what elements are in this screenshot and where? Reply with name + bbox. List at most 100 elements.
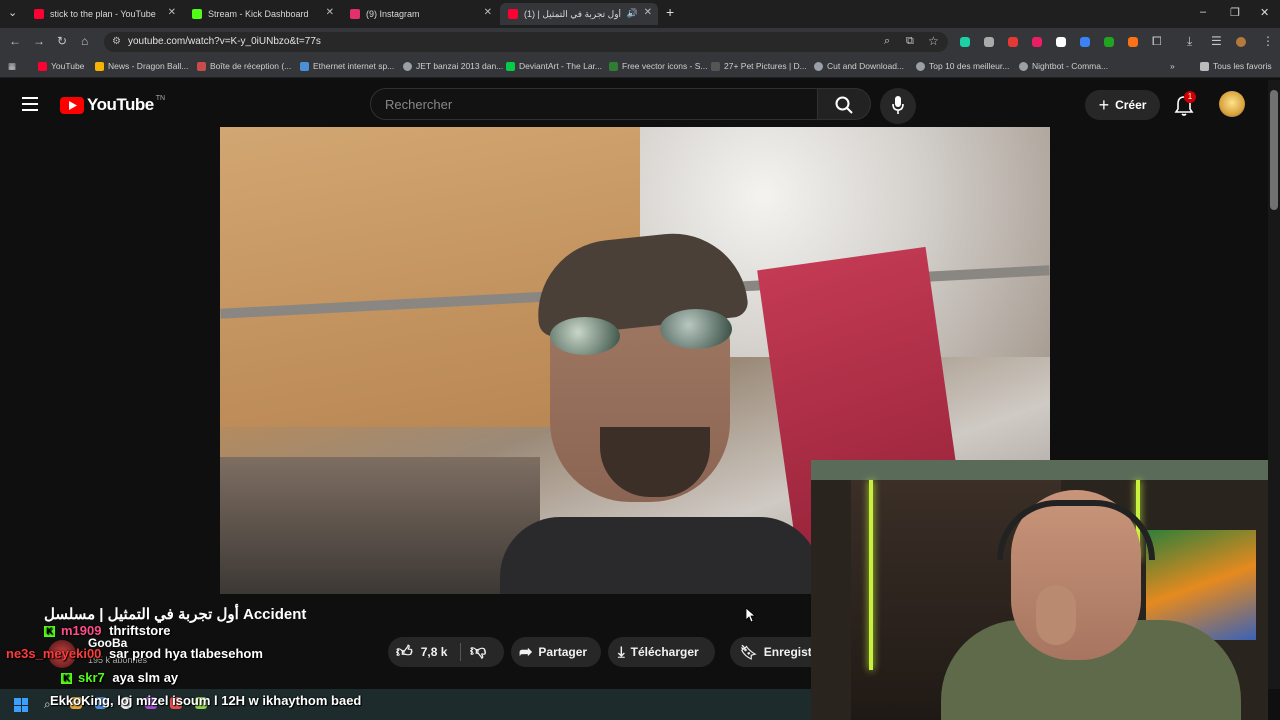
site-info-icon[interactable]: ⚙ [112, 36, 121, 47]
bookmark-label: JET banzai 2013 dan... [416, 61, 504, 71]
voice-search-button[interactable] [880, 88, 916, 124]
minimize-button[interactable]: – [1200, 6, 1206, 18]
video-title: أول تجربة في التمثيل | مسلسل Accident [44, 606, 307, 623]
scrollbar-thumb[interactable] [1270, 90, 1278, 210]
extensions-puzzle-icon[interactable]: ⧠ [1152, 34, 1162, 49]
browser-toolbar: ← → ↻ ⌂ ⚙ youtube.com/watch?v=K-y_0iUNbz… [0, 28, 1280, 56]
bookmark-item[interactable]: Ethernet internet sp... [300, 61, 394, 71]
windows-start-icon[interactable] [14, 698, 28, 712]
globe-icon [814, 61, 823, 71]
more-menu-icon[interactable]: ⋮ [1262, 34, 1274, 48]
extension-icon[interactable] [1032, 37, 1042, 47]
extension-icon[interactable] [1056, 37, 1066, 47]
bookmark-item[interactable]: Cut and Download... [814, 61, 904, 71]
download-button[interactable]: ⤓ Télécharger [608, 637, 715, 667]
instagram-icon [350, 9, 360, 19]
page-scrollbar[interactable] [1268, 80, 1280, 689]
reload-icon[interactable]: ↻ [57, 34, 67, 48]
bookmark-icon: 🔖︎ [740, 643, 758, 660]
apps-grid-icon[interactable]: ▦ [8, 61, 16, 72]
logo-text: YouTube [87, 95, 154, 114]
youtube-play-icon [60, 96, 84, 114]
tab-search-icon[interactable]: ☰ [1211, 34, 1222, 48]
like-count[interactable]: 7,8 k [421, 645, 448, 659]
freepik-icon [609, 61, 618, 71]
bookmark-item[interactable]: YouTube [38, 61, 84, 71]
tab-kick-dashboard[interactable]: Stream - Kick Dashboard ✕ [184, 3, 340, 25]
close-icon[interactable]: ✕ [326, 7, 334, 18]
bookmark-item[interactable]: DeviantArt - The Lar... [506, 61, 602, 71]
install-icon[interactable]: ⧉ [906, 35, 914, 48]
chat-text: loj mizel isoum l 12H w ikhaythom baed [117, 693, 362, 708]
all-bookmarks-folder[interactable]: Tous les favoris [1200, 61, 1272, 71]
microphone-icon [892, 96, 904, 114]
back-icon[interactable]: ← [9, 34, 21, 48]
webcam-person-hand [1036, 585, 1076, 645]
bookmark-item[interactable]: Top 10 des meilleur... [916, 61, 1009, 71]
like-icon[interactable]: 👍︎ [396, 643, 413, 662]
bookmark-label: Free vector icons - S... [622, 61, 708, 71]
chat-message: Kskr7 aya slm ay [61, 670, 178, 685]
search-input[interactable]: Rechercher [370, 88, 818, 120]
home-icon[interactable]: ⌂ [81, 34, 88, 48]
youtube-logo[interactable]: YouTube TN [60, 95, 165, 115]
extension-icon[interactable] [960, 37, 970, 47]
chat-text: thriftstore [109, 623, 171, 638]
plus-icon: + [1098, 94, 1110, 115]
tab-title: Stream - Kick Dashboard [208, 9, 309, 19]
tab-youtube-stick-to-the-plan[interactable]: stick to the plan - YouTube ✕ [26, 3, 182, 25]
bookmark-item[interactable]: Free vector icons - S... [609, 61, 708, 71]
chat-username: skr7 [78, 670, 105, 685]
bookmarks-bar: ▦ YouTube News - Dragon Ball... Boîte de… [0, 56, 1280, 78]
close-window-button[interactable]: ✕ [1260, 6, 1269, 19]
tab-instagram[interactable]: (9) Instagram ✕ [342, 3, 498, 25]
zoom-icon[interactable]: ⌕ [884, 35, 890, 48]
profile-avatar[interactable] [1236, 37, 1246, 47]
create-button[interactable]: + Créer [1085, 90, 1160, 120]
download-icon[interactable]: ⤓ [1187, 34, 1192, 49]
bookmark-star-icon[interactable]: ☆ [928, 34, 939, 48]
close-icon[interactable]: ✕ [168, 7, 176, 18]
dislike-icon[interactable]: 👎︎ [470, 642, 486, 661]
address-bar[interactable]: ⚙ youtube.com/watch?v=K-y_0iUNbzo&t=77s … [104, 32, 948, 52]
forward-icon[interactable]: → [33, 34, 45, 48]
save-label: Enregistrer [763, 645, 811, 659]
tab-search-icon[interactable]: ⌄ [8, 6, 17, 19]
bookmark-label: Boîte de réception (... [210, 61, 292, 71]
share-button[interactable]: ➦ Partager [511, 637, 601, 667]
extension-icon[interactable] [984, 37, 994, 47]
paw-icon [711, 61, 720, 71]
close-icon[interactable]: ✕ [644, 7, 652, 18]
share-label: Partager [538, 645, 588, 659]
bookmark-label: Tous les favoris [1213, 61, 1272, 71]
kick-badge-icon: K [44, 626, 55, 637]
extension-icon[interactable] [1008, 37, 1018, 47]
bookmark-item[interactable]: Boîte de réception (... [197, 61, 291, 71]
tab-title: (9) Instagram [366, 9, 420, 19]
hamburger-menu-icon[interactable] [22, 97, 38, 111]
notification-badge: 1 [1184, 91, 1196, 103]
extension-icon[interactable] [1128, 37, 1138, 47]
save-button[interactable]: 🔖︎ Enregistrer [730, 637, 811, 667]
bookmark-item[interactable]: JET banzai 2013 dan... [403, 61, 503, 71]
kick-icon [192, 9, 202, 19]
avatar[interactable] [1219, 91, 1245, 117]
bookmark-item[interactable]: Nightbot - Comma... [1019, 61, 1108, 71]
chat-message: EkkoKing, loj mizel isoum l 12H w ikhayt… [50, 693, 361, 708]
notifications-button[interactable]: 1 [1172, 91, 1196, 117]
more-bookmarks-icon[interactable]: » [1170, 61, 1175, 71]
tab-youtube-current[interactable]: أول تجربة في التمثيل | (1) 🔊 ✕ [500, 3, 658, 25]
bookmark-item[interactable]: 27+ Pet Pictures | D... [711, 61, 807, 71]
bookmark-item[interactable]: News - Dragon Ball... [95, 61, 188, 71]
divider [460, 643, 461, 661]
close-icon[interactable]: ✕ [484, 7, 492, 18]
new-tab-button[interactable]: + [666, 4, 674, 20]
speaker-icon[interactable]: 🔊 [627, 8, 638, 19]
mouse-cursor-icon [746, 608, 756, 622]
browser-tab-strip: ⌄ stick to the plan - YouTube ✕ Stream -… [0, 0, 1280, 28]
chat-username: EkkoKing [50, 693, 110, 708]
extension-icon[interactable] [1080, 37, 1090, 47]
search-button[interactable] [817, 88, 871, 120]
extension-icon[interactable] [1104, 37, 1114, 47]
maximize-button[interactable]: ❐ [1230, 6, 1240, 19]
